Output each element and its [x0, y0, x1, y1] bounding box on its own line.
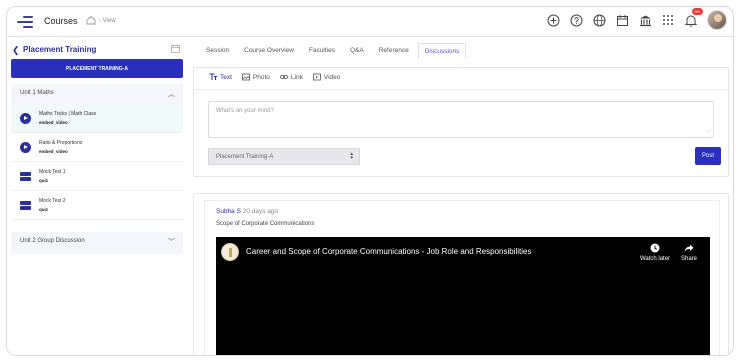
select-arrows-icon: ▴ ▾ [350, 151, 353, 161]
home-icon[interactable] [86, 15, 96, 25]
share-icon [684, 244, 694, 252]
composer-tab-photo[interactable]: Photo [242, 73, 270, 81]
post-text-placeholder: What's on your mind? [216, 108, 274, 114]
post-composer: Text Photo Link Video What's on your min… [193, 67, 729, 177]
avatar[interactable] [707, 10, 727, 30]
lesson-item[interactable]: Mock Test 2 quiz [11, 191, 183, 220]
discussion-post: Subha S 20 days ago Scope of Corporate C… [193, 193, 729, 355]
composer-tab-label: Video [323, 73, 341, 81]
notification-bell-icon[interactable]: 99+ [684, 8, 703, 27]
lesson-name: Mock Test 2 [39, 198, 66, 204]
divider [194, 89, 728, 90]
toolbar-icons: 99+ [546, 8, 727, 30]
chevron-up-icon[interactable]: ︿ [168, 89, 175, 99]
composer-tab-label: Link [290, 73, 303, 81]
quiz-icon [20, 200, 31, 211]
composer-tab-link[interactable]: Link [280, 73, 303, 81]
course-sidebar: ❮ Placement Training PLACEMENT TRAINING-… [7, 38, 187, 355]
post-time: 20 days ago [242, 208, 279, 215]
app-window: Courses - View 99+ ❮ Placement Training … [6, 6, 734, 356]
post-meta: Subha S 20 days ago [216, 208, 278, 215]
calendar-icon[interactable] [615, 13, 629, 27]
post-text-input[interactable]: What's on your mind? ⟋ [208, 101, 714, 138]
batch-select[interactable]: Placement Training-A ▴ ▾ [208, 148, 360, 165]
chevron-down-icon[interactable]: ﹀ [168, 237, 175, 247]
course-header: ❮ Placement Training [12, 43, 182, 57]
clock-icon [650, 243, 660, 253]
photo-icon [242, 73, 250, 81]
tab-session[interactable]: Session [200, 43, 235, 59]
video-icon [312, 73, 321, 81]
menu-icon[interactable] [17, 15, 33, 29]
unit-1-header[interactable]: Unit 1 Maths ︿ [11, 84, 183, 104]
tab-course-overview[interactable]: Course Overview [238, 43, 300, 59]
top-bar: Courses - View 99+ [7, 7, 733, 37]
calendar-icon[interactable] [171, 44, 180, 53]
help-icon[interactable] [569, 13, 583, 27]
lesson-item[interactable]: Ratio & Proportions embed_video [11, 133, 183, 162]
breadcrumb: - View [99, 18, 116, 24]
app-title: Courses [44, 16, 78, 26]
embedded-video[interactable]: Career and Scope of Corporate Communicat… [216, 237, 710, 355]
composer-tab-text[interactable]: Text [209, 73, 232, 81]
unit-2-label: Unit 2 Group Discussion [20, 238, 85, 244]
tab-reference[interactable]: Reference [373, 43, 415, 59]
post-button[interactable]: Post [695, 147, 721, 165]
course-title: Placement Training [23, 45, 97, 54]
text-format-icon [209, 73, 217, 80]
post-inner: Subha S 20 days ago Scope of Corporate C… [204, 200, 720, 355]
composer-tab-video[interactable]: Video [312, 73, 341, 81]
tab-faculties[interactable]: Faculties [303, 43, 341, 59]
course-tabs: Session Course Overview Faculties Q&A Re… [200, 43, 469, 59]
lesson-type: quiz [39, 207, 48, 212]
globe-icon[interactable] [592, 13, 606, 27]
watch-later-button[interactable]: Watch later [638, 243, 672, 262]
notification-badge: 99+ [692, 8, 703, 15]
back-chevron-icon[interactable]: ❮ [12, 45, 20, 56]
unit-2-header[interactable]: Unit 2 Group Discussion ﹀ [11, 232, 183, 254]
post-author[interactable]: Subha S [216, 208, 241, 215]
tab-qa[interactable]: Q&A [344, 43, 370, 59]
share-label: Share [680, 256, 697, 262]
video-title[interactable]: Career and Scope of Corporate Communicat… [246, 247, 531, 256]
quiz-icon [20, 171, 31, 182]
institution-icon[interactable] [638, 13, 652, 27]
apps-grid-icon[interactable] [661, 13, 675, 27]
composer-tab-label: Text [220, 73, 232, 81]
link-icon [280, 75, 288, 79]
lesson-type: embed_video [39, 120, 68, 125]
play-icon [20, 113, 31, 124]
channel-logo[interactable] [221, 243, 239, 261]
composer-tab-label: Photo [252, 73, 270, 81]
unit-1-label: Unit 1 Maths [20, 90, 54, 96]
lesson-name: Ratio & Proportions [39, 140, 83, 146]
share-button[interactable]: Share [672, 243, 706, 262]
add-circle-icon[interactable] [546, 13, 560, 27]
post-text: Scope of Corporate Communications [216, 221, 315, 227]
resize-grip-icon[interactable]: ⟋ [707, 129, 711, 135]
lesson-item[interactable]: Maths Tricks | Math Class embed_video [11, 104, 183, 133]
batch-select-value: Placement Training-A [216, 154, 274, 160]
play-icon [20, 142, 31, 153]
lesson-type: embed_video [39, 149, 68, 154]
lesson-item[interactable]: Mock Test 1 quiz [11, 162, 183, 191]
lesson-name: Mock Test 1 [39, 169, 66, 175]
lesson-name: Maths Tricks | Math Class [39, 111, 97, 117]
watch-later-label: Watch later [639, 256, 671, 262]
batch-selector-button[interactable]: PLACEMENT TRAINING-A [11, 59, 183, 78]
tab-discussions[interactable]: Discussions [417, 43, 467, 59]
composer-tabs: Text Photo Link Video [209, 73, 340, 81]
lesson-type: quiz [39, 178, 48, 183]
